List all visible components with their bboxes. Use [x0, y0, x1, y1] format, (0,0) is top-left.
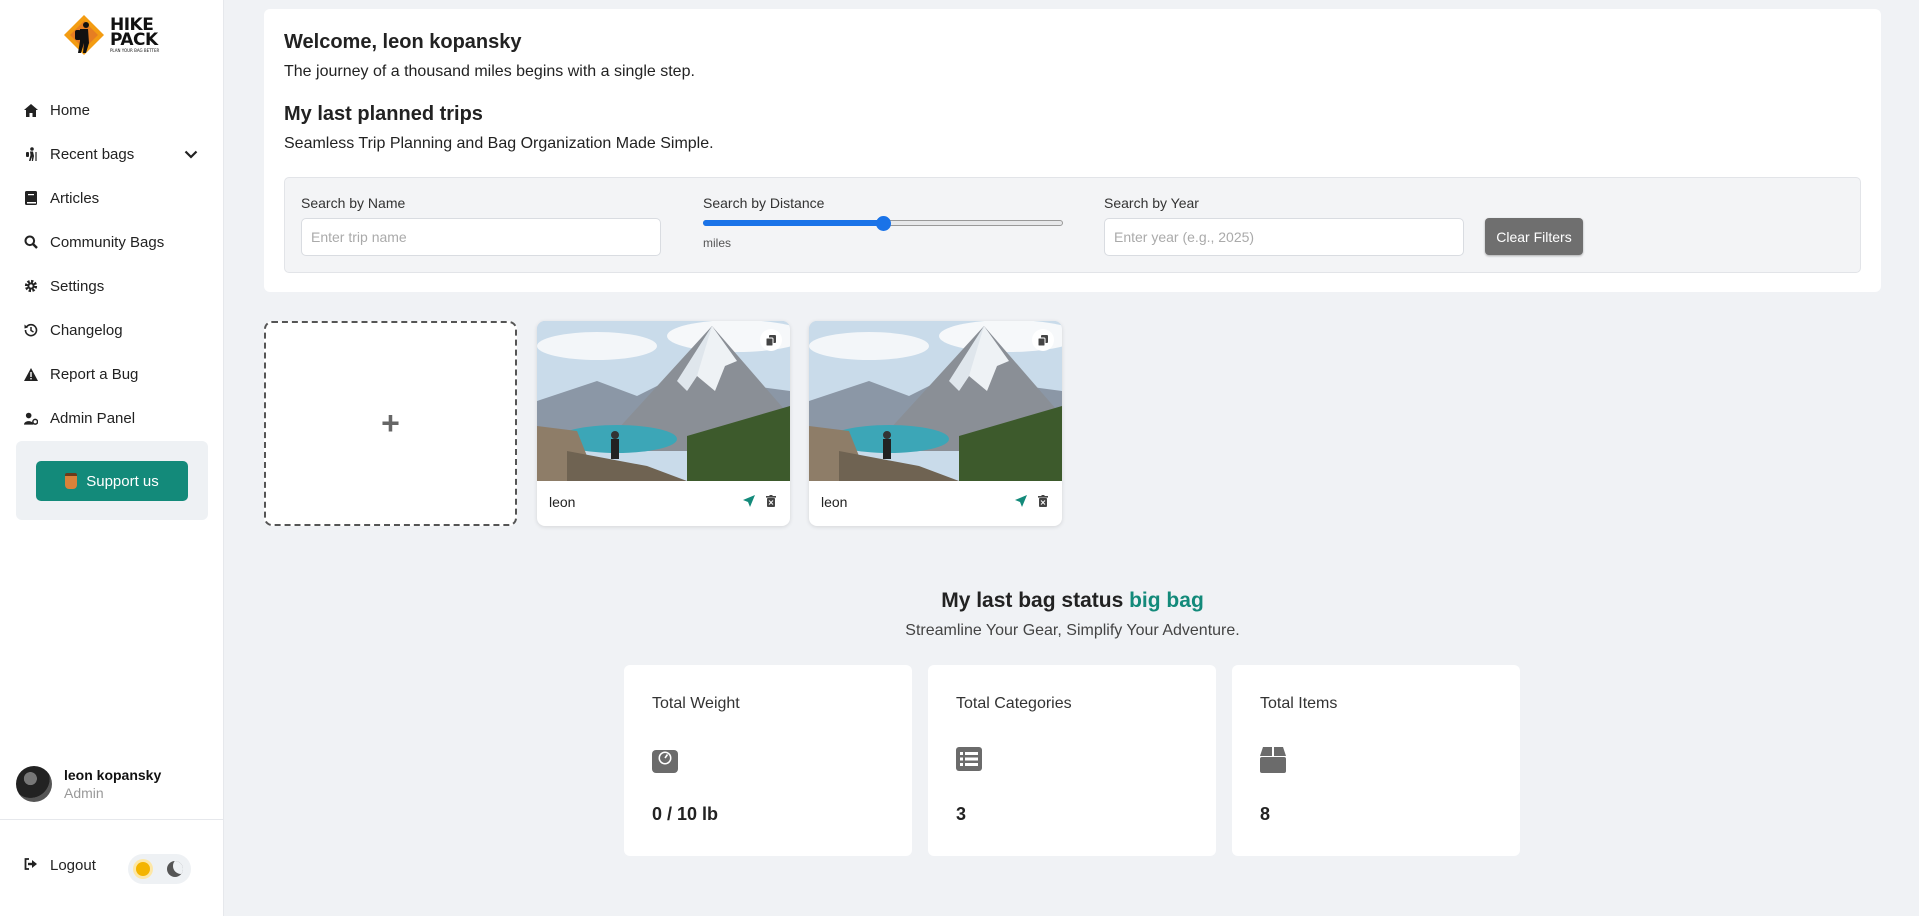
support-box: Support us: [16, 441, 208, 520]
hike-pack-logo[interactable]: HIKE PACK PLAN YOUR BAG BETTER: [62, 12, 166, 58]
distance-slider[interactable]: [703, 216, 1063, 231]
copy-icon: [1038, 334, 1048, 346]
bag-name-link[interactable]: big bag: [1129, 589, 1204, 612]
trip-name: leon: [821, 494, 848, 510]
copy-trip-button[interactable]: [760, 329, 782, 351]
sidebar-nav: Home Recent bags Articles Community Bags: [0, 88, 224, 440]
user-role: Admin: [64, 785, 104, 801]
theme-toggle[interactable]: [128, 854, 191, 884]
stat-value: 3: [956, 804, 967, 824]
trip-card[interactable]: leon: [809, 321, 1062, 526]
stat-label: Total Items: [1260, 695, 1338, 712]
chevron-down-icon[interactable]: [184, 146, 198, 163]
trips-heading: My last planned trips: [284, 103, 483, 125]
sidebar-item-home[interactable]: Home: [0, 88, 224, 132]
sidebar-item-community-bags[interactable]: Community Bags: [0, 220, 224, 264]
list-icon: [956, 747, 982, 771]
support-us-button[interactable]: Support us: [36, 461, 188, 501]
copy-icon: [766, 334, 776, 346]
logo-tagline: PLAN YOUR BAG BETTER: [110, 47, 160, 53]
clear-filters-button[interactable]: Clear Filters: [1485, 218, 1583, 255]
stat-card-total-weight: Total Weight 0 / 10 lb: [624, 665, 912, 856]
mountain-lake-image: [537, 321, 790, 481]
location-arrow-icon[interactable]: [743, 495, 755, 507]
sidebar-item-label: Recent bags: [50, 145, 135, 163]
stat-value: 8: [1260, 804, 1271, 824]
stat-card-total-items: Total Items 8: [1232, 665, 1520, 856]
moon-icon[interactable]: [166, 861, 183, 877]
slider-fill: [703, 220, 883, 226]
coffee-cup-icon: [65, 473, 78, 489]
sidebar-item-label: Changelog: [50, 321, 123, 339]
book-icon: [24, 191, 38, 205]
gear-icon: [24, 279, 38, 293]
bag-status-heading: My last bag status big bag: [0, 589, 1919, 613]
trip-image: [809, 321, 1062, 481]
stat-label: Total Categories: [956, 695, 1072, 712]
location-arrow-icon[interactable]: [1015, 495, 1027, 507]
box-icon: [1260, 747, 1286, 773]
sidebar-item-admin-panel[interactable]: Admin Panel: [0, 396, 224, 440]
trips-subtitle: Seamless Trip Planning and Bag Organizat…: [284, 135, 714, 152]
history-icon: [24, 323, 38, 337]
search-name-input[interactable]: [301, 218, 661, 256]
search-year-label: Search by Year: [1104, 195, 1199, 211]
sidebar-divider: [0, 819, 224, 820]
avatar: [16, 766, 52, 802]
copy-trip-button[interactable]: [1032, 329, 1054, 351]
search-distance-label: Search by Distance: [703, 195, 825, 211]
trip-actions: [1015, 495, 1048, 507]
sidebar-item-label: Community Bags: [50, 233, 165, 251]
sidebar: HIKE PACK PLAN YOUR BAG BETTER Home Rece…: [0, 0, 224, 916]
sidebar-item-report-bug[interactable]: Report a Bug: [0, 352, 224, 396]
search-year-input[interactable]: [1104, 218, 1464, 256]
stat-value: 0 / 10 lb: [652, 804, 719, 824]
logo-icon: [64, 15, 104, 55]
sun-icon[interactable]: [136, 862, 151, 876]
user-gear-icon: [24, 411, 38, 425]
home-icon: [24, 103, 38, 117]
delete-icon[interactable]: [1038, 495, 1048, 507]
stat-card-total-categories: Total Categories 3: [928, 665, 1216, 856]
sidebar-item-articles[interactable]: Articles: [0, 176, 224, 220]
welcome-card: Welcome, leon kopansky The journey of a …: [264, 9, 1881, 292]
user-name: leon kopansky: [64, 767, 162, 783]
welcome-heading: Welcome, leon kopansky: [284, 31, 522, 53]
trip-image: [537, 321, 790, 481]
warning-icon: [24, 367, 38, 381]
welcome-tagline: The journey of a thousand miles begins w…: [284, 63, 695, 80]
distance-unit: miles: [703, 236, 732, 250]
add-trip-button[interactable]: +: [264, 321, 517, 526]
sidebar-item-recent-bags[interactable]: Recent bags: [0, 132, 224, 176]
trip-card[interactable]: leon: [537, 321, 790, 526]
hiking-icon: [24, 147, 38, 161]
bag-status-prefix: My last bag status: [941, 589, 1124, 612]
trip-actions: [743, 495, 776, 507]
logo-text: HIKE PACK PLAN YOUR BAG BETTER: [110, 16, 160, 53]
sidebar-item-changelog[interactable]: Changelog: [0, 308, 224, 352]
sidebar-item-label: Home: [50, 101, 91, 119]
support-us-label: Support us: [86, 472, 159, 490]
trip-filters: Search by Name Search by Distance miles …: [284, 177, 1861, 273]
sidebar-item-label: Report a Bug: [50, 365, 139, 383]
logout-button[interactable]: Logout: [24, 857, 96, 874]
delete-icon[interactable]: [766, 495, 776, 507]
search-icon: [24, 235, 38, 249]
search-name-label: Search by Name: [301, 195, 406, 211]
logout-label: Logout: [50, 857, 96, 874]
trip-name: leon: [549, 494, 576, 510]
plus-icon: +: [381, 405, 400, 441]
user-profile[interactable]: leon kopansky Admin: [16, 764, 216, 804]
logo-line2: PACK: [110, 29, 158, 50]
weight-scale-icon: [652, 750, 678, 773]
bag-status-subtitle: Streamline Your Gear, Simplify Your Adve…: [905, 622, 1240, 639]
stat-label: Total Weight: [652, 695, 740, 712]
sidebar-item-settings[interactable]: Settings: [0, 264, 224, 308]
sidebar-item-label: Settings: [50, 277, 105, 295]
sidebar-item-label: Admin Panel: [50, 409, 136, 427]
sidebar-item-label: Articles: [50, 189, 100, 207]
slider-thumb[interactable]: [876, 216, 891, 231]
logout-icon: [24, 857, 38, 874]
mountain-lake-image: [809, 321, 1062, 481]
